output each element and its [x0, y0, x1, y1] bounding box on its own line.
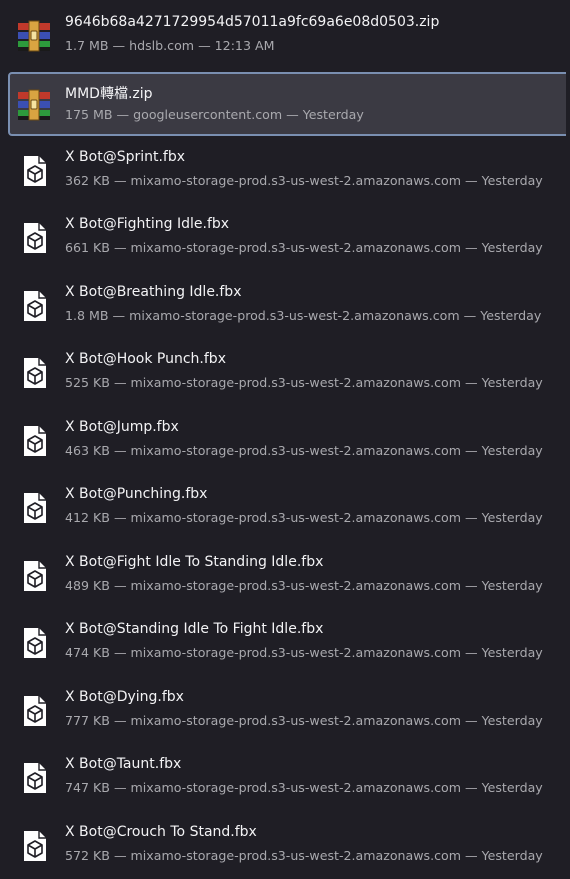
download-item[interactable]: X Bot@Breathing Idle.fbx 1.8 MB — mixamo…: [8, 273, 570, 337]
download-meta: 362 KB — mixamo-storage-prod.s3-us-west-…: [65, 173, 543, 188]
download-item[interactable]: X Bot@Fighting Idle.fbx 661 KB — mixamo-…: [8, 205, 570, 269]
3d-file-icon: [24, 628, 46, 658]
download-filename: X Bot@Punching.fbx: [65, 486, 208, 502]
download-item[interactable]: 9646b68a4271729954d57011a9fc69a6e08d0503…: [8, 3, 570, 67]
3d-file-icon: [24, 156, 46, 186]
download-meta: 175 MB — googleusercontent.com — Yesterd…: [65, 107, 364, 122]
winrar-archive-icon: [18, 20, 50, 52]
download-filename: MMD轉檔.zip: [65, 86, 153, 102]
download-item[interactable]: X Bot@Dying.fbx 777 KB — mixamo-storage-…: [8, 678, 570, 742]
download-meta: 1.7 MB — hdslb.com — 12:13 AM: [65, 38, 275, 53]
download-filename: X Bot@Taunt.fbx: [65, 756, 182, 772]
download-item-selected[interactable]: MMD轉檔.zip 175 MB — googleusercontent.com…: [8, 72, 570, 136]
download-meta: 572 KB — mixamo-storage-prod.s3-us-west-…: [65, 848, 543, 863]
3d-file-icon: [24, 561, 46, 591]
download-item[interactable]: X Bot@Hook Punch.fbx 525 KB — mixamo-sto…: [8, 340, 570, 404]
download-item[interactable]: X Bot@Taunt.fbx 747 KB — mixamo-storage-…: [8, 745, 570, 809]
3d-file-icon: [24, 763, 46, 793]
download-filename: X Bot@Fight Idle To Standing Idle.fbx: [65, 554, 324, 570]
download-meta: 1.8 MB — mixamo-storage-prod.s3-us-west-…: [65, 308, 542, 323]
download-meta: 489 KB — mixamo-storage-prod.s3-us-west-…: [65, 578, 543, 593]
downloads-list: 9646b68a4271729954d57011a9fc69a6e08d0503…: [0, 0, 570, 879]
download-filename: X Bot@Sprint.fbx: [65, 149, 186, 165]
download-item[interactable]: X Bot@Standing Idle To Fight Idle.fbx 47…: [8, 610, 570, 674]
download-item[interactable]: X Bot@Crouch To Stand.fbx 572 KB — mixam…: [8, 813, 570, 877]
download-filename: X Bot@Dying.fbx: [65, 689, 184, 705]
download-filename: X Bot@Hook Punch.fbx: [65, 351, 226, 367]
download-meta: 525 KB — mixamo-storage-prod.s3-us-west-…: [65, 375, 543, 390]
download-filename: X Bot@Jump.fbx: [65, 419, 179, 435]
download-meta: 777 KB — mixamo-storage-prod.s3-us-west-…: [65, 713, 543, 728]
download-meta: 661 KB — mixamo-storage-prod.s3-us-west-…: [65, 240, 543, 255]
download-meta: 474 KB — mixamo-storage-prod.s3-us-west-…: [65, 645, 543, 660]
download-meta: 412 KB — mixamo-storage-prod.s3-us-west-…: [65, 510, 543, 525]
3d-file-icon: [24, 358, 46, 388]
download-meta: 463 KB — mixamo-storage-prod.s3-us-west-…: [65, 443, 543, 458]
download-filename: 9646b68a4271729954d57011a9fc69a6e08d0503…: [65, 14, 440, 30]
download-filename: X Bot@Crouch To Stand.fbx: [65, 824, 257, 840]
download-meta: 747 KB — mixamo-storage-prod.s3-us-west-…: [65, 780, 543, 795]
3d-file-icon: [24, 291, 46, 321]
winrar-archive-icon: [18, 89, 50, 121]
download-filename: X Bot@Fighting Idle.fbx: [65, 216, 230, 232]
download-filename: X Bot@Breathing Idle.fbx: [65, 284, 242, 300]
3d-file-icon: [24, 223, 46, 253]
download-item[interactable]: X Bot@Jump.fbx 463 KB — mixamo-storage-p…: [8, 408, 570, 472]
download-filename: X Bot@Standing Idle To Fight Idle.fbx: [65, 621, 324, 637]
scrollbar-track[interactable]: [566, 0, 570, 879]
3d-file-icon: [24, 426, 46, 456]
3d-file-icon: [24, 493, 46, 523]
download-item[interactable]: X Bot@Punching.fbx 412 KB — mixamo-stora…: [8, 475, 570, 539]
3d-file-icon: [24, 696, 46, 726]
download-item[interactable]: X Bot@Sprint.fbx 362 KB — mixamo-storage…: [8, 138, 570, 202]
3d-file-icon: [24, 831, 46, 861]
download-item[interactable]: X Bot@Fight Idle To Standing Idle.fbx 48…: [8, 543, 570, 607]
